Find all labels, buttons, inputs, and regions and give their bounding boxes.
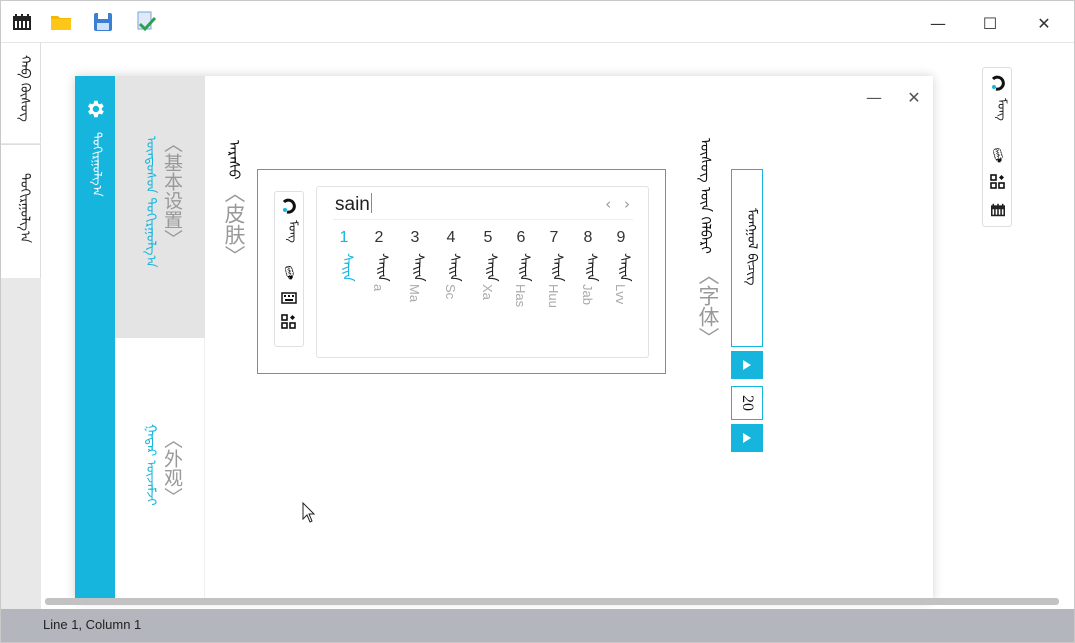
candidate-latin: Has — [513, 283, 528, 307]
app-window: — ☐ ✕ ᠬᠠᠪ ᠬᠦᠰᠦᠭ ᠲᠣᠬᠢᠷᠭᠤᠯᠭ᠎ᠠ ᠲᠣᠬᠢᠷᠭᠤᠯᠭ᠎ᠠ … — [0, 0, 1075, 643]
candidate-item[interactable]: 3 ᠰᠠᠢᠨ Ma — [404, 229, 427, 302]
preview-ime-toolbar: ᠮᠣᠩ 🎙 — [274, 191, 304, 347]
candidate-item[interactable]: 5 ᠰᠠᠢᠨ Xa — [477, 229, 500, 300]
skin-label-mongolian: ᠠᠷᠠᠰᠤ — [225, 140, 243, 180]
candidate-latin: Huu — [546, 283, 561, 308]
ime-mode-label[interactable]: ᠮᠣᠩ — [992, 98, 1013, 121]
font-size-arrow[interactable] — [731, 424, 763, 452]
play-icon — [743, 360, 751, 370]
candidate-item[interactable]: 6 ᠰᠠᠢᠨ Has — [510, 229, 533, 307]
candidate-word: ᠰᠠᠢᠨ — [617, 253, 633, 282]
candidate-number: 5 — [483, 229, 493, 246]
candidate-word: ᠰᠠᠢᠨ — [517, 253, 533, 282]
font-label-chinese: 〈字体〉 — [696, 264, 720, 348]
candidate-latin: Lvv — [613, 283, 628, 304]
close-glyph: ✕ — [1037, 13, 1051, 33]
candidate-latin: a — [371, 283, 386, 291]
candidate-number: 6 — [516, 229, 526, 246]
candidate-word: ᠰᠠᠢᠨ — [411, 253, 427, 282]
ime-logo-icon[interactable] — [988, 73, 1008, 93]
dialog-nav: ᠦᠨᠳᠦᠰᠦᠨ ᠲᠣᠬᠢᠷᠭᠤᠯᠭ᠎ᠠ 〈基本设置〉 ᠭᠠᠳᠠᠷ ᠦᠵᠡᠮᠵᠢ … — [115, 76, 205, 601]
candidate-word: ᠰᠠᠢᠨ — [584, 253, 600, 282]
dialog-close-button[interactable]: ✕ — [901, 84, 927, 110]
candidate-word: ᠰᠠᠢᠨ — [550, 253, 566, 282]
apps-icon[interactable] — [988, 172, 1008, 192]
font-size-input[interactable]: 20 — [731, 386, 763, 420]
dialog-sidebar: ᠲᠣᠬᠢᠷᠭᠤᠯᠭ᠎ᠠ — [75, 76, 115, 601]
candidate-item[interactable]: 7 ᠰᠠᠢᠨ Huu — [543, 229, 566, 308]
logo-icon — [281, 198, 297, 214]
tab-settings-label: ᠲᠣᠬᠢᠷᠭᠤᠯᠭ᠎ᠠ — [17, 173, 32, 244]
font-label-mongolian: ᠦᠰᠦᠭ ᠦᠨ ᠬᠡᠯᠪᠡᠷᠢ — [697, 138, 713, 254]
cursor-position: Line 1, Column 1 — [43, 617, 142, 632]
font-label: ᠦᠰᠦᠭ ᠦᠨ ᠬᠡᠯᠪᠡᠷᠢ 〈字体〉 — [689, 134, 720, 348]
mouse-pointer-icon — [302, 501, 316, 524]
document-check-icon[interactable] — [135, 11, 157, 33]
candidate-number: 2 — [374, 229, 384, 246]
skin-label-chinese: 〈皮肤〉 — [222, 182, 246, 266]
candidate-item[interactable]: 8 ᠰᠠᠢᠨ Jab — [577, 229, 600, 305]
candidate-item[interactable]: 9 ᠰᠠᠢᠨ Lvv — [610, 229, 633, 304]
play-icon — [743, 433, 751, 443]
minimize-button[interactable]: — — [915, 9, 961, 37]
candidate-number: 8 — [583, 229, 593, 246]
nav-item-appearance[interactable]: ᠭᠠᠳᠠᠷ ᠦᠵᠡᠮᠵᠢ 〈外观〉 — [115, 338, 205, 601]
candidate-latin: Jab — [580, 283, 595, 305]
candidate-number: 3 — [410, 229, 420, 246]
maximize-button[interactable]: ☐ — [967, 9, 1013, 37]
ime-floating-toolbar: ᠮᠣᠩ 🎙 — [982, 67, 1012, 227]
apps-icon — [281, 314, 297, 330]
calendar-icon[interactable] — [988, 200, 1008, 220]
font-select[interactable]: ᠮᠣᠩᠭᠣᠯ ᠪᠢᠴᠢᠭ — [731, 169, 763, 347]
candidate-divider — [333, 219, 633, 220]
candidate-latin: Ma — [407, 283, 422, 302]
candidate-item[interactable]: 1 ᠰᠠᠢᠨ — [333, 229, 356, 282]
candidate-number: 4 — [446, 229, 456, 246]
candidate-page-nav[interactable]: ‹ › — [605, 195, 634, 213]
candidate-word: ᠰᠠᠢᠨ — [340, 253, 356, 282]
maximize-glyph: ☐ — [982, 13, 998, 33]
settings-dialog: ᠲᠣᠬᠢᠷᠭᠤᠯᠭ᠎ᠠ ᠦᠨᠳᠦᠰᠦᠨ ᠲᠣᠬᠢᠷᠭᠤᠯᠭ᠎ᠠ 〈基本设置〉 ᠭ… — [75, 76, 933, 601]
left-tab-rail: ᠬᠠᠪ ᠬᠦᠰᠦᠭ ᠲᠣᠬᠢᠷᠭᠤᠯᠭ᠎ᠠ — [1, 43, 41, 609]
close-button[interactable]: ✕ — [1021, 9, 1067, 37]
nav-item-basic-settings[interactable]: ᠦᠨᠳᠦᠰᠦᠨ ᠲᠣᠬᠢᠷᠭᠤᠯᠭ᠎ᠠ 〈基本设置〉 — [115, 76, 205, 338]
horizontal-scrollbar[interactable] — [45, 598, 1059, 605]
keyboard-icon — [281, 290, 297, 306]
microphone-icon: 🎙 — [281, 266, 298, 281]
title-toolbar: — ☐ ✕ — [1, 1, 1074, 43]
candidate-word: ᠰᠠᠢᠨ — [375, 253, 391, 282]
mode-label: ᠮᠣᠩ — [286, 220, 300, 243]
dialog-minimize-button[interactable]: — — [861, 84, 887, 110]
candidate-word: ᠰᠠᠢᠨ — [447, 253, 463, 282]
candidate-input-text: sain — [335, 194, 370, 215]
calendar-icon[interactable] — [11, 11, 33, 33]
nav-appearance-chinese: 〈外观〉 — [161, 430, 183, 506]
candidate-input: sain — [335, 193, 372, 216]
candidate-number: 9 — [616, 229, 626, 246]
gear-icon[interactable] — [84, 98, 106, 120]
microphone-icon[interactable]: 🎙 — [988, 146, 1008, 166]
font-size-value: 20 — [739, 395, 756, 411]
nav-basic-chinese: 〈基本设置〉 — [161, 134, 183, 248]
tab-document[interactable]: ᠬᠠᠪ ᠬᠦᠰᠦᠭ — [1, 43, 41, 143]
minimize-glyph: — — [930, 13, 946, 33]
skin-preview[interactable]: ᠮᠣᠩ 🎙 sain ‹ › 1 ᠰᠠᠢᠨ 2 ᠰᠠᠢᠨ a 3 ᠰᠠᠢᠨ Ma… — [257, 169, 666, 374]
status-bar: Line 1, Column 1 — [1, 609, 1074, 642]
font-select-arrow[interactable] — [731, 351, 763, 379]
candidate-latin: Sc — [443, 283, 458, 299]
candidate-word: ᠰᠠᠢᠨ — [484, 253, 500, 282]
candidate-number: 1 — [339, 229, 349, 246]
folder-icon[interactable] — [50, 11, 72, 33]
candidate-window: sain ‹ › 1 ᠰᠠᠢᠨ 2 ᠰᠠᠢᠨ a 3 ᠰᠠᠢᠨ Ma 4 ᠰᠠᠢ… — [316, 186, 649, 358]
candidate-latin: Xa — [480, 283, 495, 300]
font-select-value: ᠮᠣᠩᠭᠣᠯ ᠪᠢᠴᠢᠭ — [744, 208, 759, 286]
save-icon[interactable] — [92, 11, 114, 33]
candidate-number: 7 — [549, 229, 559, 246]
candidate-item[interactable]: 2 ᠰᠠᠢᠨ a — [368, 229, 391, 291]
dialog-sidebar-label: ᠲᠣᠬᠢᠷᠭᠤᠯᠭ᠎ᠠ — [90, 132, 104, 197]
candidate-item[interactable]: 4 ᠰᠠᠢᠨ Sc — [440, 229, 463, 299]
tab-settings[interactable]: ᠲᠣᠬᠢᠷᠭᠤᠯᠭ᠎ᠠ — [1, 144, 41, 278]
text-caret — [370, 193, 372, 213]
tab-document-label: ᠬᠠᠪ ᠬᠦᠰᠦᠭ — [17, 55, 32, 122]
